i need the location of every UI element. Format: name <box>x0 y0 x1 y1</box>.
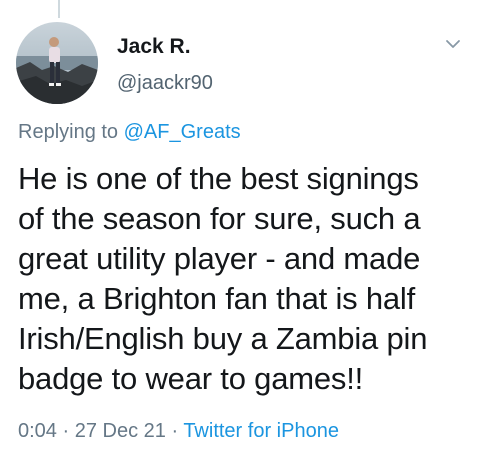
replying-to-label: Replying to <box>18 121 124 143</box>
meta-separator: · <box>56 420 75 442</box>
tweet-text: He is one of the best signings of the se… <box>18 161 428 396</box>
avatar-image <box>16 22 98 104</box>
tweet-date[interactable]: 27 Dec 21 <box>75 420 166 442</box>
thread-connector-line <box>58 0 60 18</box>
tweet-metadata: 0:04 · 27 Dec 21 · Twitter for iPhone <box>18 420 339 443</box>
author-handle[interactable]: @jaackr90 <box>117 72 213 95</box>
tweet-source-link[interactable]: Twitter for iPhone <box>183 420 339 442</box>
author-display-name[interactable]: Jack R. <box>117 35 191 59</box>
mention-link[interactable]: @AF_Greats <box>124 121 241 143</box>
replying-to-line: Replying to @AF_Greats <box>18 121 241 144</box>
chevron-down-icon[interactable] <box>440 34 466 54</box>
avatar[interactable] <box>16 22 98 104</box>
meta-separator: · <box>165 420 184 442</box>
tweet-time[interactable]: 0:04 <box>18 420 57 442</box>
